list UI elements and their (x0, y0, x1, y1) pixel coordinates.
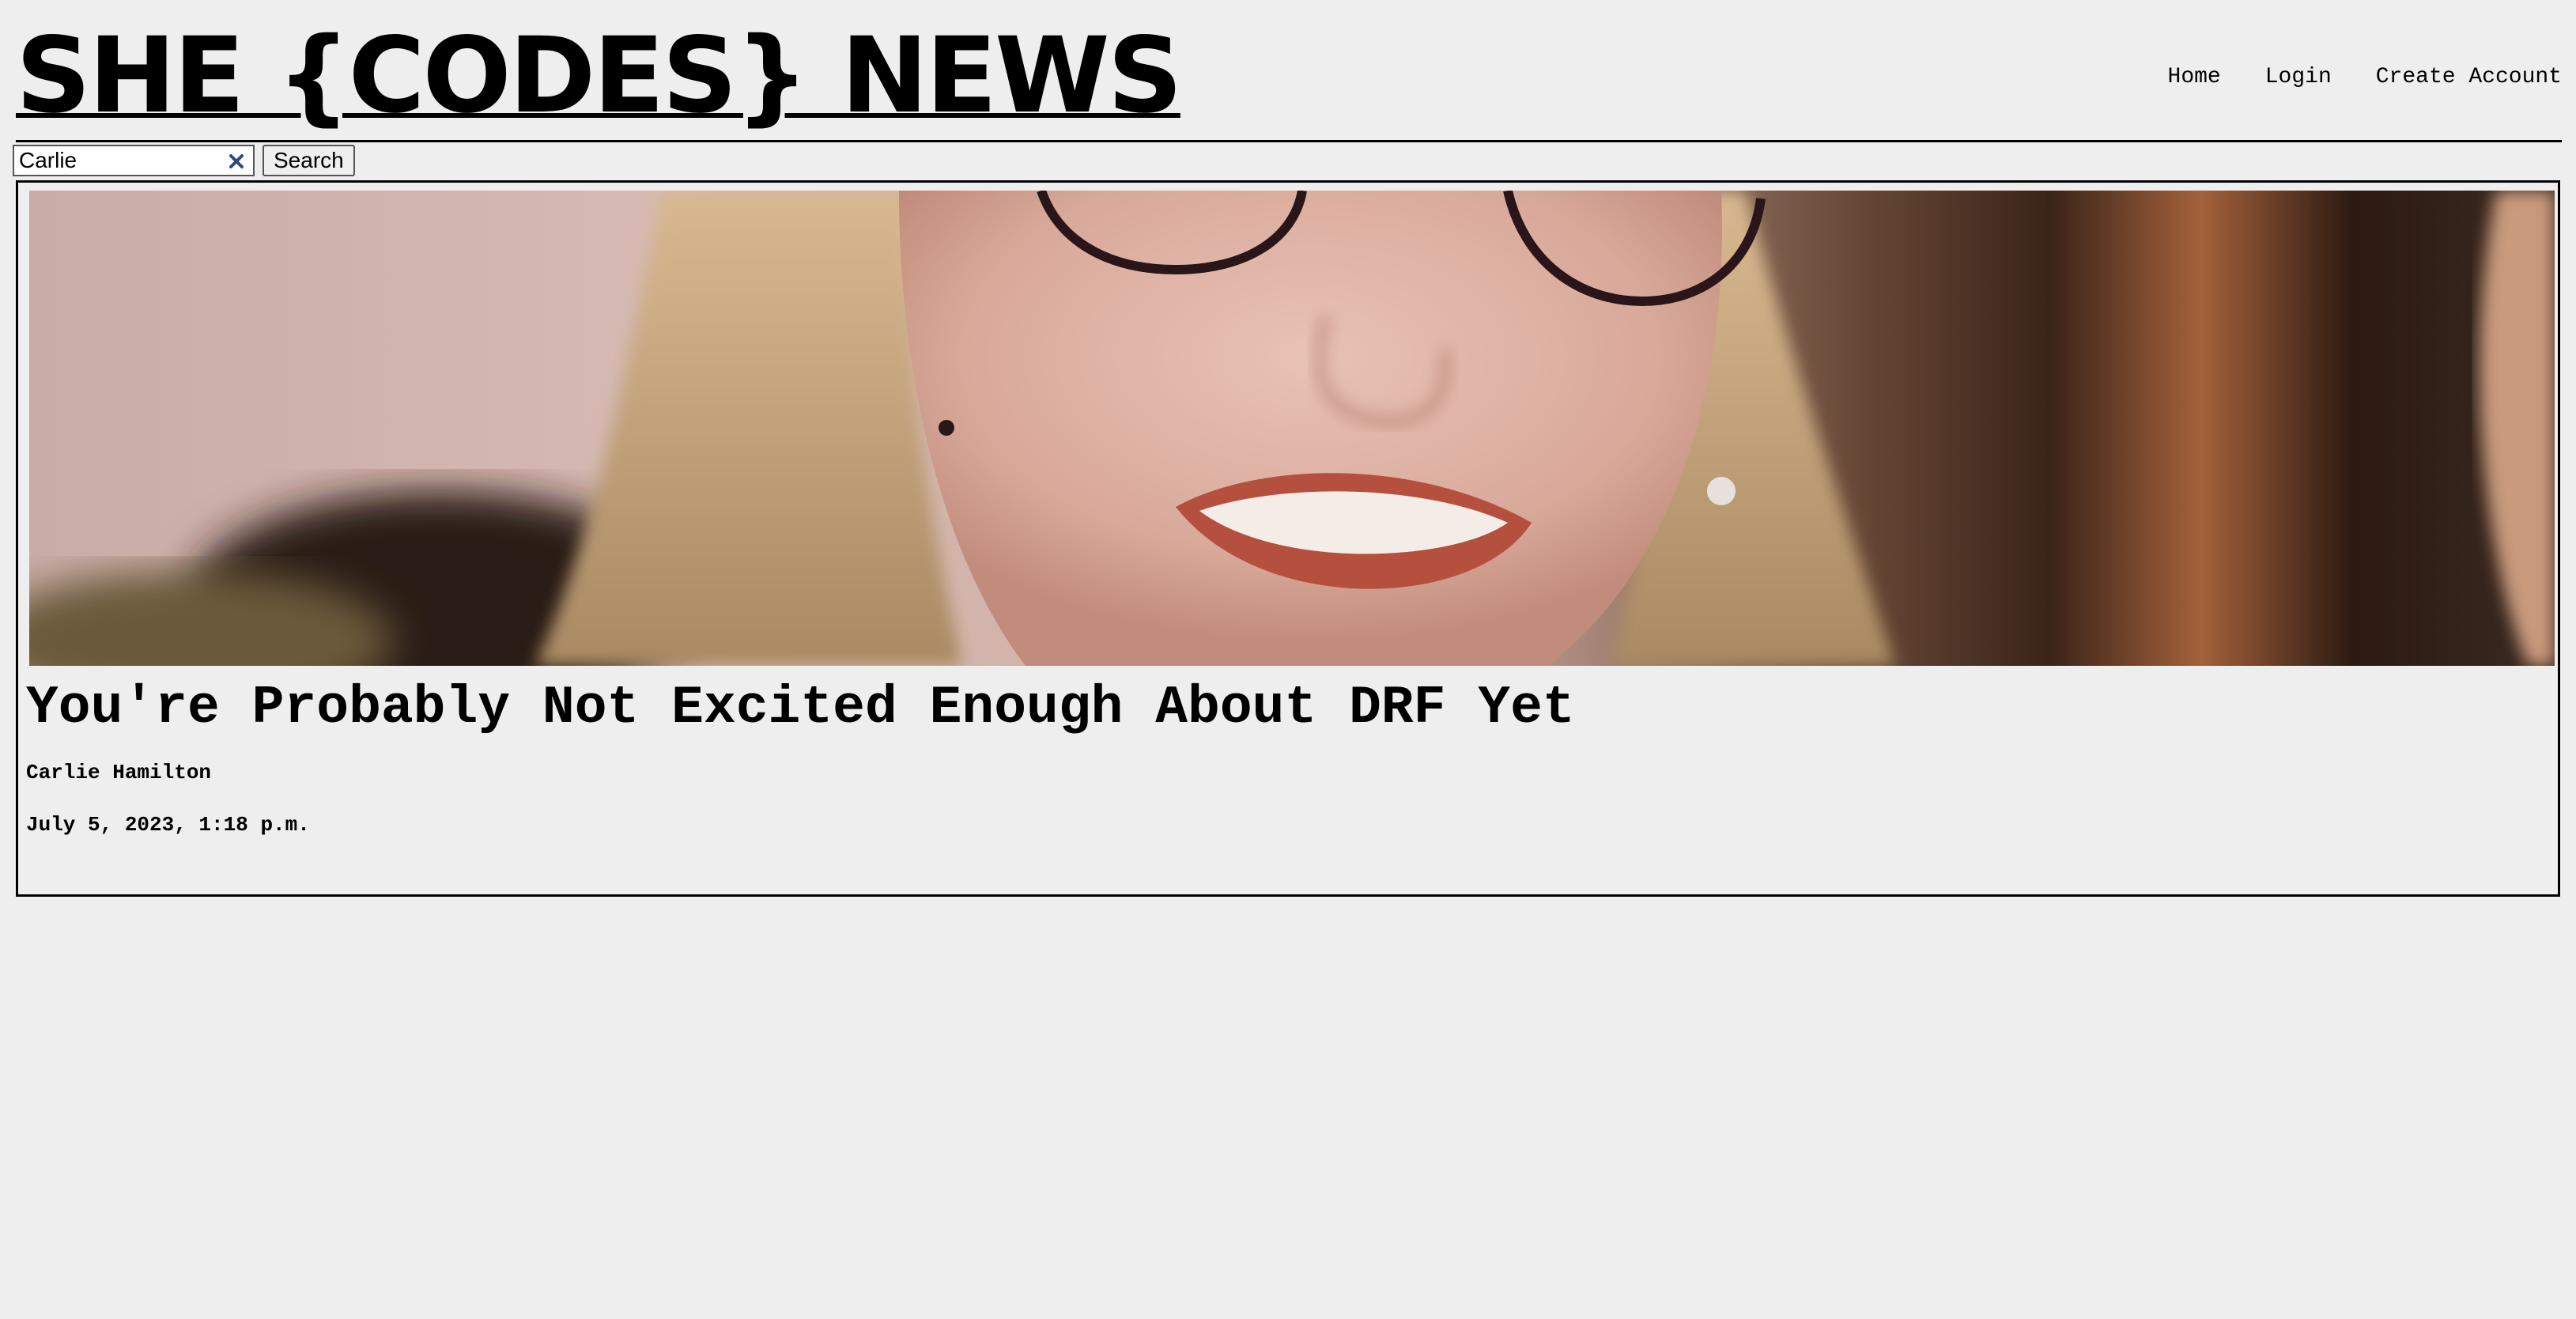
search-form: Search (13, 144, 355, 177)
nav-login-link[interactable]: Login (2265, 62, 2332, 93)
article-author: Carlie Hamilton (26, 761, 212, 784)
nav-home-link[interactable]: Home (2168, 62, 2221, 93)
article-image[interactable] (29, 191, 2555, 666)
article-date: July 5, 2023, 1:18 p.m. (26, 813, 310, 837)
site-title-link[interactable]: SHE {CODES} NEWS (16, 13, 1183, 139)
article-card: You're Probably Not Excited Enough About… (16, 180, 2560, 897)
search-button[interactable]: Search (263, 145, 355, 176)
nav-create-account-link[interactable]: Create Account (2376, 62, 2562, 93)
main-nav: Home Login Create Account (2168, 62, 2562, 93)
search-field (13, 145, 255, 176)
site-header: SHE {CODES} NEWS Home Login Create Accou… (16, 0, 2562, 142)
article-title-link[interactable]: You're Probably Not Excited Enough About… (26, 673, 1575, 744)
close-icon[interactable] (226, 151, 247, 172)
search-input[interactable] (14, 146, 225, 175)
